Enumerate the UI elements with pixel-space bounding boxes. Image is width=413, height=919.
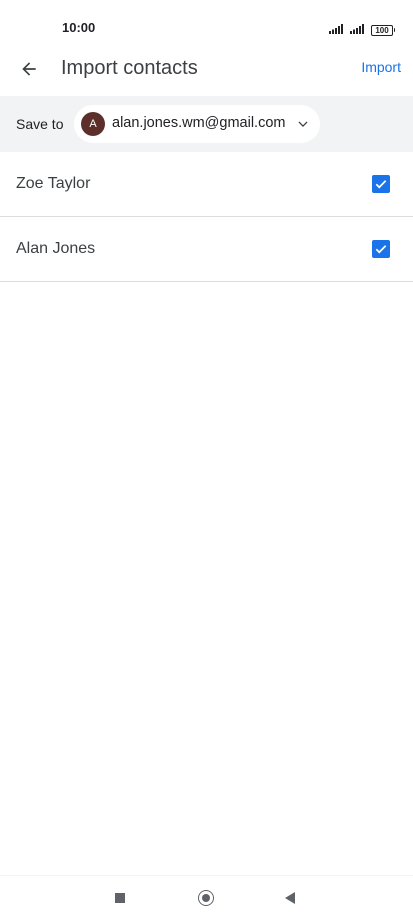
- save-to-label: Save to: [16, 116, 64, 132]
- contact-name: Alan Jones: [16, 240, 96, 257]
- chevron-down-icon: [298, 121, 308, 127]
- save-to-row: Save to A alan.jones.wm@gmail.com: [0, 96, 413, 152]
- home-icon[interactable]: [198, 890, 214, 906]
- account-selector[interactable]: A alan.jones.wm@gmail.com: [74, 105, 320, 143]
- arrow-left-icon: [22, 62, 36, 76]
- back-button[interactable]: [12, 52, 46, 86]
- status-bar: 10:00 100: [0, 0, 413, 52]
- back-icon[interactable]: [285, 892, 295, 904]
- contact-list: Zoe Taylor Alan Jones: [0, 152, 413, 282]
- page-title: Import contacts: [61, 57, 198, 79]
- status-time: 10:00: [62, 20, 96, 35]
- contact-checkbox[interactable]: [372, 175, 390, 193]
- recents-icon[interactable]: [115, 893, 125, 903]
- list-item[interactable]: Zoe Taylor: [0, 152, 413, 217]
- avatar: A: [81, 112, 105, 136]
- signal-icon: [350, 21, 366, 39]
- check-icon: [375, 245, 387, 254]
- import-button[interactable]: Import: [361, 59, 401, 75]
- status-icons: 100: [329, 21, 395, 39]
- list-item[interactable]: Alan Jones: [0, 217, 413, 282]
- contact-name: Zoe Taylor: [16, 175, 91, 192]
- account-email: alan.jones.wm@gmail.com: [112, 115, 286, 131]
- contact-checkbox[interactable]: [372, 240, 390, 258]
- signal-icon: [329, 21, 345, 39]
- app-bar: Import contacts Import: [0, 46, 413, 92]
- battery-icon: 100: [371, 24, 395, 36]
- navigation-bar: [0, 875, 413, 919]
- check-icon: [375, 180, 387, 189]
